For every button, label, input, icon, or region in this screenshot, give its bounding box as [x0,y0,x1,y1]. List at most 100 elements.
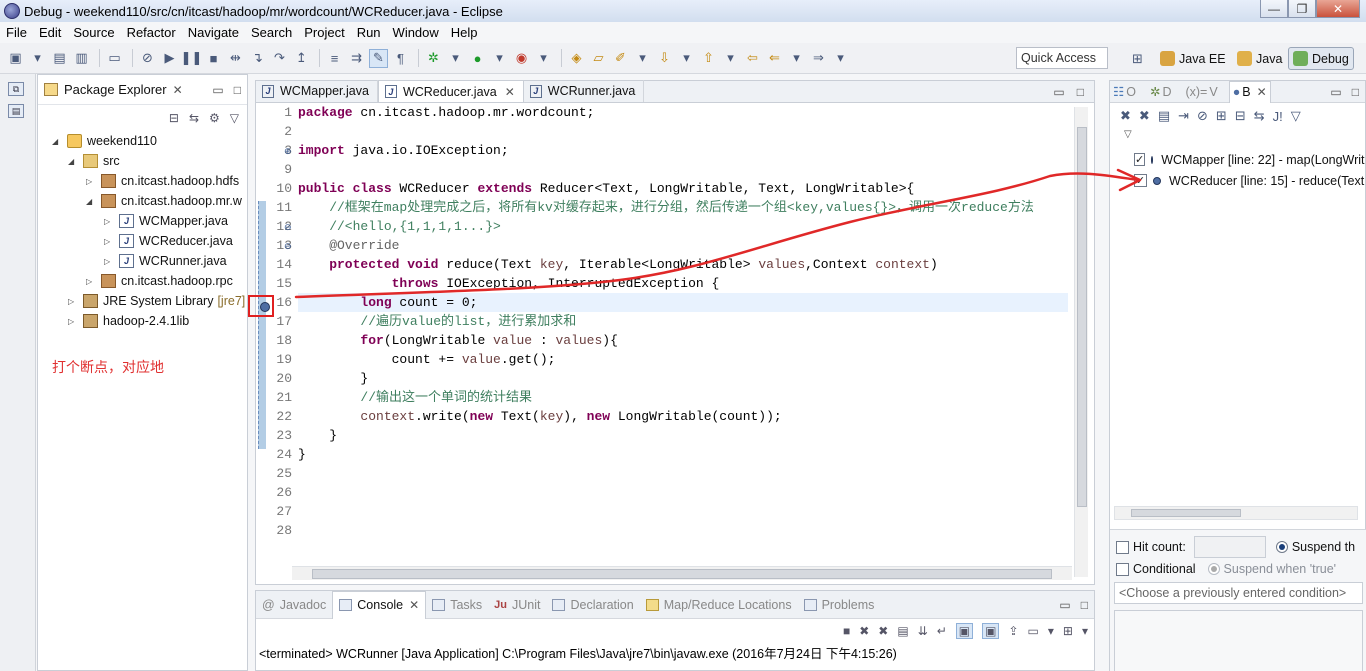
tree-item[interactable]: ◢ weekend110 [38,131,247,151]
last-edit-icon[interactable]: ⇦ [743,49,762,68]
menu-project[interactable]: Project [304,25,344,40]
dropdown-icon[interactable]: ▾ [633,49,652,68]
filter-icon[interactable]: ⚙ [209,111,220,125]
hit-count-input[interactable] [1193,536,1266,558]
search-icon[interactable]: ✐ [611,49,630,68]
step-into-icon[interactable]: ↴ [248,49,267,68]
editor-vertical-scrollbar[interactable] [1074,107,1088,577]
close-tab-icon[interactable]: ✕ [409,598,419,612]
clear-console-icon[interactable]: ▤ [897,624,908,638]
dropdown-icon[interactable]: ▾ [1082,624,1088,638]
expanded-icon[interactable]: ◢ [86,197,96,206]
editor-horizontal-scrollbar[interactable] [292,566,1072,580]
tree-item[interactable]: ▷ cn.itcast.hadoop.rpc [38,271,247,291]
pin-console-icon[interactable]: ⇪ [1008,624,1018,638]
run-icon[interactable]: ● [468,49,487,68]
collapse-arrow-icon[interactable]: ▽ [1110,129,1365,149]
close-tab-icon[interactable]: ✕ [505,85,515,99]
collapsed-icon[interactable]: ▷ [104,257,114,266]
tab-tasks[interactable]: Tasks [426,591,488,619]
maximize-view-icon[interactable]: □ [1352,85,1359,99]
suspend-thread-radio[interactable] [1275,541,1288,553]
menu-edit[interactable]: Edit [39,25,61,40]
collapse-all-icon[interactable]: ⊟ [1235,108,1246,124]
show-whitespace-icon[interactable]: ¶ [391,49,410,68]
debug-icon[interactable]: ✲ [424,49,443,68]
breakpoint-checkbox[interactable]: ✓ [1134,174,1147,187]
breakpoint-checkbox[interactable]: ✓ [1134,153,1146,166]
tab-outline[interactable]: ☷ O [1110,84,1139,100]
prev-annotation-icon[interactable]: ⇧ [699,49,718,68]
menu-navigate[interactable]: Navigate [188,25,239,40]
menu-file[interactable]: File [6,25,27,40]
tree-item[interactable]: ▷ J WCRunner.java [38,251,247,271]
remove-all-breakpoints-icon[interactable]: ✖ [1139,108,1150,124]
scroll-lock-icon[interactable]: ⇊ [918,624,928,638]
drop-to-frame-icon[interactable]: ≡ [325,49,344,68]
tab-console[interactable]: Console ✕ [332,590,427,619]
next-annotation-icon[interactable]: ⇩ [655,49,674,68]
condition-history-select[interactable]: <Choose a previously entered condition> [1114,582,1363,604]
collapsed-icon[interactable]: ▷ [68,317,78,326]
maximize-view-icon[interactable]: □ [234,83,241,97]
close-button[interactable]: ✕ [1316,0,1360,18]
dropdown-icon[interactable]: ▾ [787,49,806,68]
breakpoint-item[interactable]: ✓ WCMapper [line: 22] - map(LongWritable [1110,149,1365,170]
open-perspective-icon[interactable]: ⊞ [1128,49,1147,68]
minimize-view-icon[interactable]: ▭ [212,83,223,97]
tree-item[interactable]: ◢ cn.itcast.hadoop.mr.w [38,191,247,211]
back-icon[interactable]: ⇐ [765,49,784,68]
tree-item[interactable]: ▷ J WCReducer.java [38,231,247,251]
disconnect-icon[interactable]: ⇹ [226,49,245,68]
suspend-when-true-radio[interactable] [1207,563,1220,575]
fold-collapse-icon[interactable]: ⊖ [284,241,294,251]
collapsed-icon[interactable]: ▷ [86,177,96,186]
hit-count-checkbox[interactable] [1116,540,1129,554]
tree-item[interactable]: ▷ JRE System Library [jre7] [38,291,247,311]
dropdown-icon[interactable]: ▾ [490,49,509,68]
dropdown-icon[interactable]: ▾ [831,49,850,68]
remove-all-launches-icon[interactable]: ✖ [878,624,888,638]
close-tab-icon[interactable]: ✕ [1257,85,1267,99]
tree-item[interactable]: ▷ J WCMapper.java [38,211,247,231]
dropdown-icon[interactable]: ▾ [446,49,465,68]
collapsed-icon[interactable]: ▷ [104,237,114,246]
conditional-checkbox[interactable] [1116,562,1129,576]
go-to-file-icon[interactable]: ⇥ [1178,108,1189,124]
resume-icon[interactable]: ▶ [160,49,179,68]
minimize-view-icon[interactable]: ▭ [1330,85,1341,99]
toggle-mark-icon[interactable]: ✎ [369,48,388,68]
breakpoint-item[interactable]: ✓ WCReducer [line: 15] - reduce(Text [1110,170,1365,191]
menu-refactor[interactable]: Refactor [127,25,176,40]
step-over-icon[interactable]: ↷ [270,49,289,68]
minimize-editor-icon[interactable]: ▭ [1053,85,1064,99]
dropdown-icon[interactable]: ▾ [677,49,696,68]
condition-editor[interactable] [1114,610,1363,671]
expanded-icon[interactable]: ◢ [68,157,78,166]
step-return-icon[interactable]: ↥ [292,49,311,68]
tab-problems[interactable]: Problems [798,591,881,619]
terminate-icon[interactable]: ■ [204,49,223,68]
vertical-ruler[interactable] [248,103,274,563]
restore-icon[interactable]: ⧉ [8,82,24,96]
tab-package-explorer[interactable]: Package Explorer ✕ [38,75,189,105]
terminate-icon[interactable]: ■ [843,624,850,638]
collapsed-icon[interactable]: ▷ [104,217,114,226]
link-with-debug-icon[interactable]: ⇆ [1254,108,1265,124]
dropdown-icon[interactable]: ▾ [721,49,740,68]
quick-access-input[interactable] [1016,47,1108,69]
expanded-icon[interactable]: ◢ [52,137,62,146]
perspective-debug[interactable]: Debug [1288,47,1354,70]
tab-declaration[interactable]: Declaration [546,591,639,619]
view-menu-icon[interactable]: ▽ [230,111,239,125]
remove-breakpoint-icon[interactable]: ✖ [1120,108,1131,124]
collapse-all-icon[interactable]: ⊟ [169,111,179,125]
tab-wcmapper[interactable]: J WCMapper.java [256,80,378,102]
minimize-view-icon[interactable]: ▭ [1059,598,1070,612]
source-code[interactable]: package cn.itcast.hadoop.mr.wordcount; i… [298,103,1068,464]
tab-variables[interactable]: (x)= V [1182,85,1220,99]
tree-item[interactable]: ▷ hadoop-2.4.1lib [38,311,247,331]
skip-all-icon[interactable]: ⊘ [1197,108,1208,124]
open-console-icon[interactable]: ⊞ [1063,624,1073,638]
tree-item[interactable]: ▷ cn.itcast.hadoop.hdfs [38,171,247,191]
